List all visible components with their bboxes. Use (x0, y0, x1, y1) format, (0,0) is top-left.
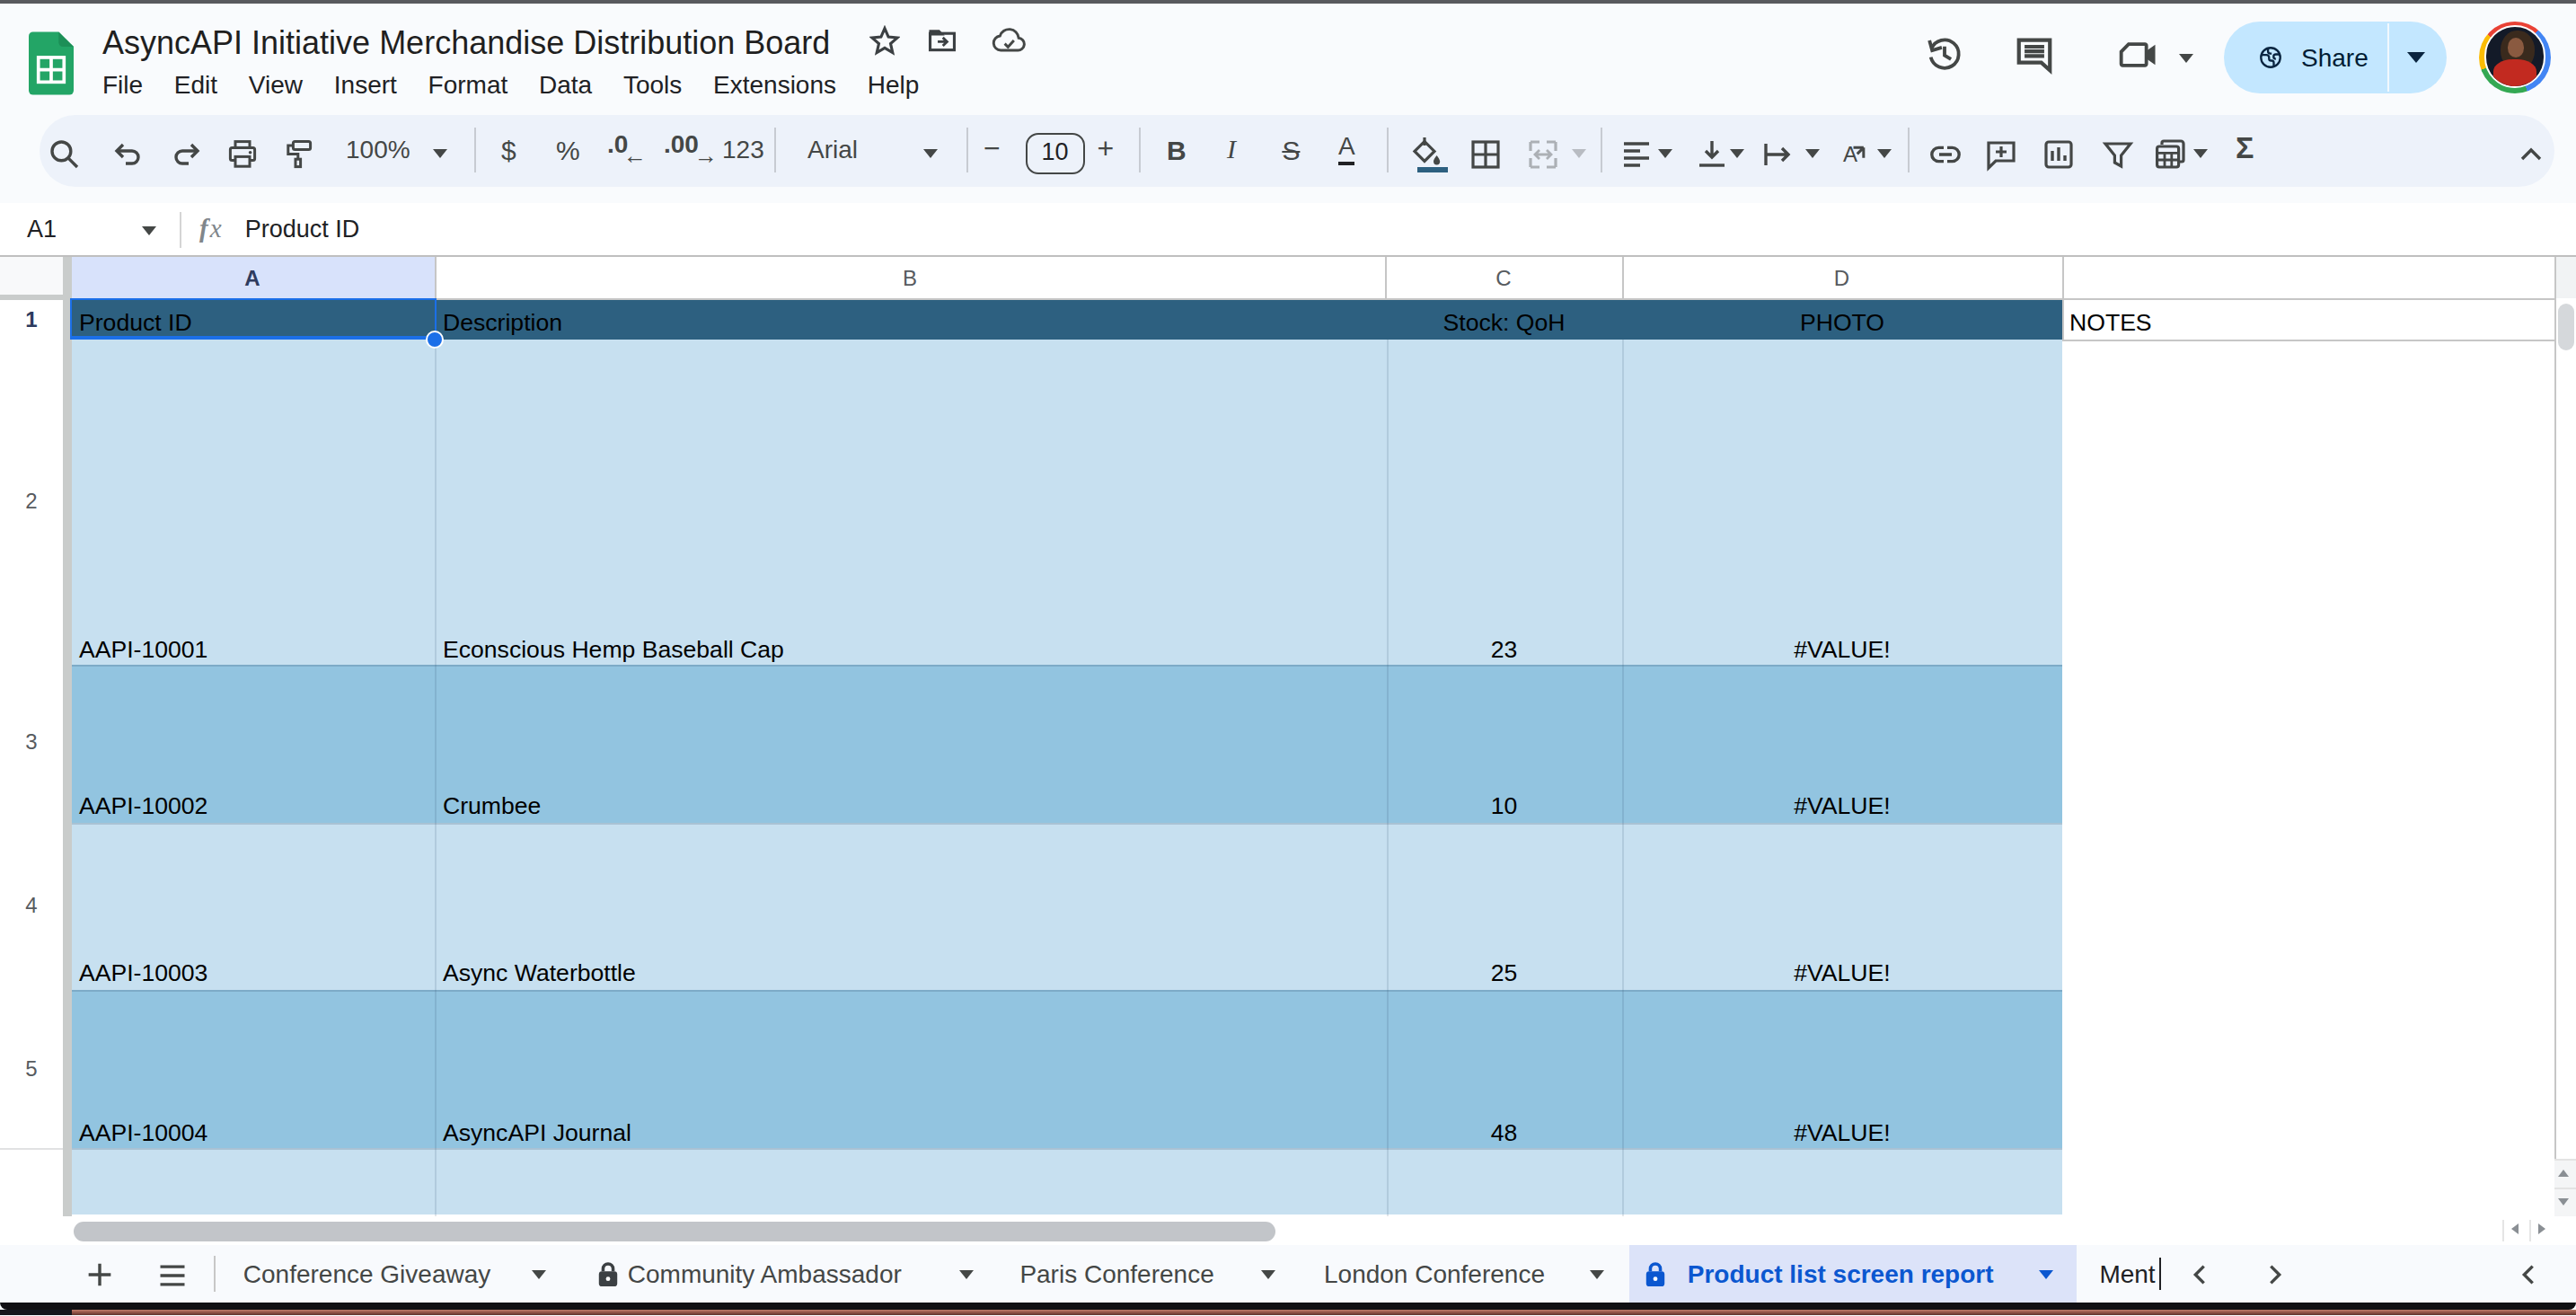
svg-text:A: A (1842, 142, 1857, 166)
